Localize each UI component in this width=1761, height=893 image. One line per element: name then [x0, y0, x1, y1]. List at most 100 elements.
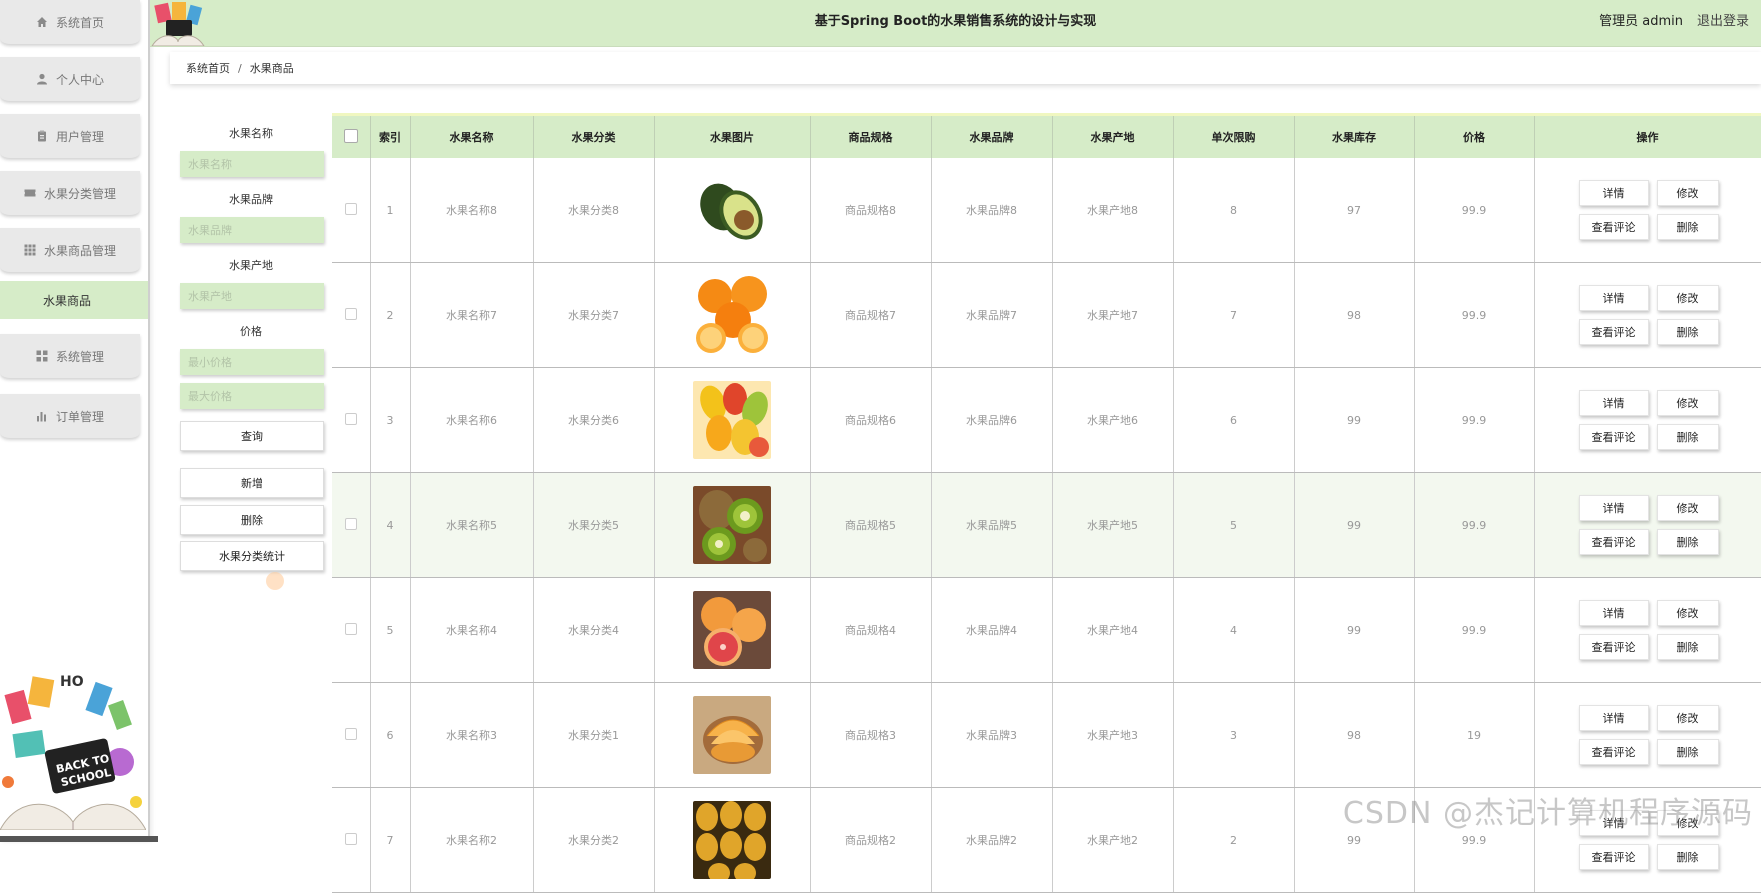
price-label: 价格 [240, 325, 262, 338]
cell-category: 水果分类1 [533, 682, 655, 788]
sidebar-item-fruit-category[interactable]: 水果分类管理 [0, 171, 140, 215]
detail-button[interactable]: 详情 [1578, 600, 1649, 626]
row-select-cell[interactable] [332, 158, 371, 263]
category-stats-button[interactable]: 水果分类统计 [180, 541, 324, 571]
fruit-image-cell [654, 577, 811, 683]
cell-index: 2 [370, 262, 411, 368]
delete-button[interactable]: 删除 [180, 505, 324, 535]
table-row: 3 水果名称6 水果分类6 商品规格6 水果品牌6 水果产地6 6 99 99.9 详情 修改 查看评… [332, 367, 1761, 473]
fruit-image-cell [654, 787, 811, 893]
row-select-cell[interactable] [332, 577, 371, 683]
row-delete-button[interactable]: 删除 [1656, 529, 1719, 555]
row-checkbox[interactable] [344, 622, 357, 635]
view-comments-button[interactable]: 查看评论 [1578, 319, 1649, 345]
detail-button[interactable]: 详情 [1578, 180, 1649, 206]
detail-button[interactable]: 详情 [1578, 705, 1649, 731]
cell-category: 水果分类7 [533, 262, 655, 368]
logout-link[interactable]: 退出登录 [1697, 0, 1761, 44]
row-delete-button[interactable]: 删除 [1656, 634, 1719, 660]
row-checkbox[interactable] [344, 307, 357, 320]
select-all-checkbox[interactable] [343, 128, 358, 143]
min-price-input[interactable] [180, 349, 324, 375]
view-comments-button[interactable]: 查看评论 [1578, 529, 1649, 555]
row-delete-button[interactable]: 删除 [1656, 424, 1719, 450]
sidebar-scrollbar[interactable] [0, 836, 158, 842]
fruit-image-cell [654, 472, 811, 578]
sidebar-item-label: 个人中心 [55, 72, 104, 87]
fruit-image [693, 171, 771, 249]
cell-stock: 97 [1294, 158, 1415, 263]
column-header: 水果库存 [1294, 113, 1415, 158]
fruit-image-cell [654, 367, 811, 473]
detail-button[interactable]: 详情 [1578, 285, 1649, 311]
admin-label: 管理员 admin [1599, 14, 1683, 29]
edit-button[interactable]: 修改 [1656, 180, 1719, 206]
sidebar-item-profile[interactable]: 个人中心 [0, 57, 140, 101]
cell-price: 19 [1414, 682, 1535, 788]
search-button[interactable]: 查询 [180, 421, 324, 451]
sidebar-item-home[interactable]: 系统首页 [0, 0, 140, 44]
cell-limit: 8 [1173, 158, 1295, 263]
sidebar-item-label: 水果分类管理 [43, 186, 116, 201]
cell-spec: 商品规格5 [810, 472, 932, 578]
cell-stock: 99 [1294, 577, 1415, 683]
row-select-cell[interactable] [332, 472, 371, 578]
cell-brand: 水果品牌4 [931, 577, 1053, 683]
sidebar-subitem-label: 水果商品 [43, 293, 92, 308]
view-comments-button[interactable]: 查看评论 [1578, 739, 1649, 765]
cell-origin: 水果产地7 [1052, 262, 1174, 368]
max-price-input[interactable] [180, 383, 324, 409]
row-select-cell[interactable] [332, 367, 371, 473]
sidebar-item-label: 水果商品管理 [43, 243, 116, 258]
sidebar-item-users[interactable]: 用户管理 [0, 114, 140, 158]
detail-button[interactable]: 详情 [1578, 390, 1649, 416]
row-select-cell[interactable] [332, 787, 371, 893]
edit-button[interactable]: 修改 [1656, 600, 1719, 626]
view-comments-button[interactable]: 查看评论 [1578, 214, 1649, 240]
row-select-cell[interactable] [332, 262, 371, 368]
fruit-image [693, 276, 771, 354]
add-button[interactable]: 新增 [180, 468, 324, 498]
cell-origin: 水果产地5 [1052, 472, 1174, 578]
column-header: 水果产地 [1052, 113, 1174, 158]
view-comments-button[interactable]: 查看评论 [1578, 424, 1649, 450]
select-all-cell[interactable] [332, 113, 371, 158]
column-header: 水果图片 [654, 113, 811, 158]
fruit-brand-label: 水果品牌 [229, 193, 273, 206]
fruit-origin-input[interactable] [180, 283, 324, 309]
breadcrumb-separator: / [238, 61, 242, 75]
row-delete-button[interactable]: 删除 [1656, 214, 1719, 240]
cell-brand: 水果品牌2 [931, 787, 1053, 893]
csdn-watermark: CSDN @杰记计算机程序源码 [1342, 796, 1753, 831]
row-checkbox[interactable] [344, 517, 357, 530]
app-title: 基于Spring Boot的水果销售系统的设计与实现 [814, 14, 1097, 29]
detail-button[interactable]: 详情 [1578, 495, 1649, 521]
fruit-image [693, 486, 771, 564]
row-checkbox[interactable] [344, 412, 357, 425]
sidebar-item-system[interactable]: 系统管理 [0, 334, 140, 378]
breadcrumb-home[interactable]: 系统首页 [186, 60, 230, 76]
back-to-school-illustration: BACK TO SCHOOL HO [0, 672, 147, 831]
edit-button[interactable]: 修改 [1656, 705, 1719, 731]
art-text-letters: HO [60, 674, 84, 690]
cell-limit: 6 [1173, 367, 1295, 473]
view-comments-button[interactable]: 查看评论 [1578, 844, 1649, 870]
row-delete-button[interactable]: 删除 [1656, 319, 1719, 345]
fruit-name-input[interactable] [180, 151, 324, 177]
row-delete-button[interactable]: 删除 [1656, 844, 1719, 870]
sidebar-subitem-fruit-goods[interactable]: 水果商品 [0, 281, 148, 319]
edit-button[interactable]: 修改 [1656, 285, 1719, 311]
sidebar-item-fruit-goods[interactable]: 水果商品管理 [0, 228, 140, 272]
row-delete-button[interactable]: 删除 [1656, 739, 1719, 765]
row-checkbox[interactable] [344, 832, 357, 845]
row-checkbox[interactable] [344, 202, 357, 215]
edit-button[interactable]: 修改 [1656, 390, 1719, 416]
view-comments-button[interactable]: 查看评论 [1578, 634, 1649, 660]
sidebar-item-orders[interactable]: 订单管理 [0, 394, 140, 438]
clipboard-icon [36, 130, 48, 142]
table-header-row: 索引 水果名称 水果分类 水果图片 商品规格 水果品牌 水果产地 单次限购 水果… [332, 113, 1761, 158]
edit-button[interactable]: 修改 [1656, 495, 1719, 521]
row-checkbox[interactable] [344, 727, 357, 740]
row-select-cell[interactable] [332, 682, 371, 788]
fruit-brand-input[interactable] [180, 217, 324, 243]
